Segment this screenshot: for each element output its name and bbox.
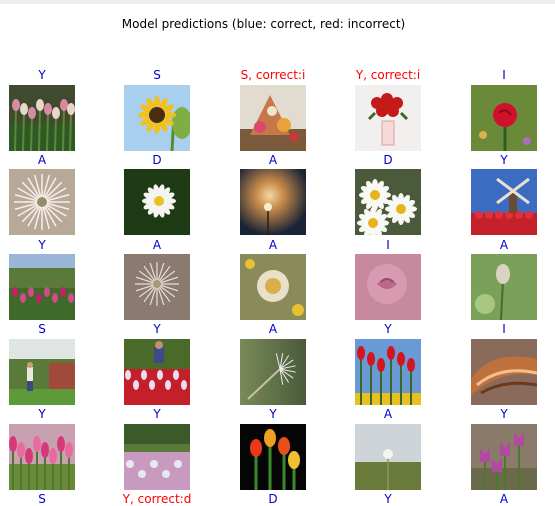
- flower-image: [9, 424, 75, 490]
- prediction-label: A: [499, 492, 509, 506]
- prediction-label: S: [38, 492, 46, 506]
- prediction-label: Y: [500, 153, 508, 167]
- prediction-label: I: [502, 68, 506, 82]
- flower-image: [124, 424, 190, 490]
- flower-image: [9, 85, 75, 151]
- top-border: [0, 0, 555, 4]
- flower-thumbnail: [9, 339, 75, 405]
- flower-thumbnail: [471, 254, 537, 320]
- prediction-label: Y: [38, 238, 46, 252]
- flower-thumbnail: [355, 424, 421, 490]
- flower-thumbnail: [9, 169, 75, 235]
- flower-image: [471, 339, 537, 405]
- flower-thumbnail: [471, 424, 537, 490]
- prediction-label: D: [268, 492, 278, 506]
- prediction-label: A: [383, 407, 393, 421]
- flower-image: [240, 169, 306, 235]
- flower-image: [9, 339, 75, 405]
- prediction-label: S: [38, 322, 46, 336]
- flower-thumbnail: [9, 424, 75, 490]
- flower-image: [240, 339, 306, 405]
- flower-thumbnail: [471, 85, 537, 151]
- flower-thumbnail: [240, 85, 306, 151]
- flower-thumbnail: [240, 254, 306, 320]
- prediction-label: A: [268, 322, 278, 336]
- flower-thumbnail: [471, 169, 537, 235]
- prediction-label: A: [499, 238, 509, 252]
- prediction-label: I: [502, 322, 506, 336]
- prediction-label: S, correct:i: [240, 68, 306, 82]
- flower-thumbnail: [124, 85, 190, 151]
- flower-image: [9, 169, 75, 235]
- flower-image: [240, 424, 306, 490]
- flower-thumbnail: [355, 169, 421, 235]
- prediction-label: Y: [269, 407, 277, 421]
- prediction-label: Y, correct:i: [355, 68, 421, 82]
- prediction-label: S: [153, 68, 161, 82]
- flower-thumbnail: [355, 85, 421, 151]
- flower-image: [124, 169, 190, 235]
- prediction-label: D: [383, 153, 393, 167]
- flower-image: [471, 85, 537, 151]
- flower-thumbnail: [124, 169, 190, 235]
- flower-thumbnail: [240, 339, 306, 405]
- prediction-label: Y: [384, 322, 392, 336]
- prediction-label: D: [152, 153, 162, 167]
- flower-thumbnail: [124, 254, 190, 320]
- flower-image: [9, 254, 75, 320]
- flower-image: [355, 339, 421, 405]
- prediction-label: A: [37, 153, 47, 167]
- prediction-label: Y: [38, 407, 46, 421]
- flower-image: [124, 254, 190, 320]
- prediction-label: Y, correct:d: [122, 492, 192, 506]
- flower-image: [471, 169, 537, 235]
- prediction-label: Y: [384, 492, 392, 506]
- prediction-label: Y: [153, 322, 161, 336]
- prediction-label: A: [268, 238, 278, 252]
- flower-thumbnail: [471, 339, 537, 405]
- prediction-label: A: [268, 153, 278, 167]
- prediction-label: Y: [153, 407, 161, 421]
- flower-image: [124, 85, 190, 151]
- flower-image: [355, 254, 421, 320]
- prediction-label: I: [386, 238, 390, 252]
- flower-thumbnail: [124, 424, 190, 490]
- flower-thumbnail: [9, 254, 75, 320]
- flower-thumbnail: [355, 254, 421, 320]
- prediction-label: Y: [38, 68, 46, 82]
- flower-image: [240, 254, 306, 320]
- prediction-label: A: [152, 238, 162, 252]
- flower-image: [355, 169, 421, 235]
- flower-thumbnail: [124, 339, 190, 405]
- flower-thumbnail: [9, 85, 75, 151]
- flower-thumbnail: [240, 169, 306, 235]
- flower-thumbnail: [240, 424, 306, 490]
- flower-image: [240, 85, 306, 151]
- prediction-label: Y: [500, 407, 508, 421]
- figure-title: Model predictions (blue: correct, red: i…: [121, 17, 406, 31]
- flower-image: [471, 254, 537, 320]
- flower-image: [355, 424, 421, 490]
- flower-image: [124, 339, 190, 405]
- flower-thumbnail: [355, 339, 421, 405]
- flower-image: [471, 424, 537, 490]
- flower-image: [355, 85, 421, 151]
